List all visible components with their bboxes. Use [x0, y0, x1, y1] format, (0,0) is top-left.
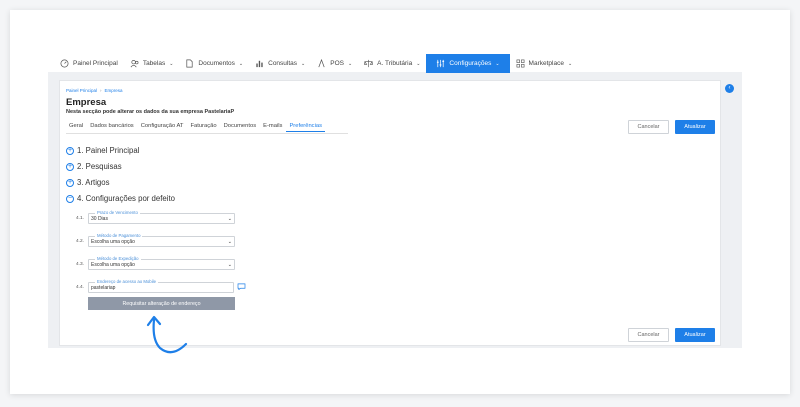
section-artigos[interactable]: + 3. Artigos [66, 178, 110, 187]
breadcrumb-home-link[interactable]: Painel Principal [66, 88, 97, 93]
chevron-down-icon: ⌄ [567, 60, 573, 67]
tabs-bar: Geral Dados bancários Configuração AT Fa… [66, 123, 326, 132]
field-legend: Método de Pagamento [95, 233, 143, 238]
tab-geral[interactable]: Geral [66, 123, 86, 132]
tab-dados-bancarios[interactable]: Dados bancários [87, 123, 137, 132]
chevron-down-icon: ⌄ [227, 262, 232, 268]
chevron-down-icon: ⌄ [238, 60, 244, 67]
nav-item-label: Tabelas [142, 60, 166, 67]
tab-faturacao[interactable]: Faturação [187, 123, 219, 132]
chevron-down-icon: ⌄ [347, 60, 353, 67]
field-value: Escolha uma opção [91, 239, 135, 245]
field-number: 4.4. [76, 285, 85, 290]
chevron-down-icon: ⌄ [416, 60, 421, 67]
pos-icon [318, 59, 325, 68]
tab-preferencias[interactable]: Preferências [286, 123, 325, 132]
scale-icon [364, 59, 374, 68]
nav-item-label: A. Tributária [377, 60, 413, 67]
chevron-down-icon: ⌄ [227, 239, 232, 245]
section-label: 3. Artigos [77, 178, 110, 187]
nav-item-painel-principal[interactable]: Painel Principal [54, 54, 124, 73]
chat-bubble-icon[interactable] [237, 283, 246, 290]
sliders-icon [437, 59, 445, 68]
metodo-pagamento-select[interactable]: Método de Pagamento Escolha uma opção ⌄ [88, 233, 235, 247]
curved-arrow-annotation [146, 315, 188, 354]
cancel-button-top[interactable]: Cancelar [628, 120, 669, 134]
bar-chart-icon [256, 60, 263, 68]
chevron-down-icon: ⌄ [301, 60, 306, 67]
tabs-divider [66, 133, 348, 134]
nav-item-label: Configurações [449, 60, 492, 67]
tab-configuracao-at[interactable]: Configuração AT [138, 123, 187, 132]
collapse-panel-button[interactable]: ‹ [725, 84, 734, 93]
expand-icon: + [66, 178, 74, 187]
request-address-change-button[interactable]: Requisitar alteração de endereço [88, 297, 235, 310]
nav-item-configuracoes[interactable]: Configurações ⌄ [426, 54, 510, 73]
section-pesquisas[interactable]: + 2. Pesquisas [66, 162, 122, 171]
breadcrumb-current[interactable]: Empresa [105, 88, 123, 93]
field-value: 30 Dias [91, 216, 108, 222]
grid-icon [516, 59, 524, 68]
breadcrumb-separator: › [100, 88, 102, 93]
expand-icon: + [66, 162, 74, 171]
field-value: pastelariap [91, 285, 116, 291]
nav-item-label: Consultas [268, 60, 298, 67]
field-legend: Endereço de acesso ao Mobile [95, 279, 159, 284]
nav-item-label: POS [330, 60, 344, 67]
section-painel-principal[interactable]: + 1. Painel Principal [66, 146, 139, 155]
nav-item-consultas[interactable]: Consultas ⌄ [249, 54, 311, 73]
nav-item-tabelas[interactable]: Tabelas ⌄ [124, 54, 180, 73]
users-icon [130, 59, 139, 68]
nav-item-label: Documentos [198, 60, 235, 67]
prazo-vencimento-select[interactable]: Prazo de Vencimento 30 Dias ⌄ [88, 210, 235, 224]
section-label: 1. Painel Principal [77, 146, 140, 155]
section-label: 2. Pesquisas [77, 162, 122, 171]
metodo-expedicao-select[interactable]: Método de Expedição Escolha uma opção ⌄ [88, 256, 235, 270]
section-configuracoes-por-defeito[interactable]: − 4. Configurações por defeito [66, 194, 175, 203]
nav-item-label: Marketplace [528, 60, 564, 67]
update-button-top[interactable]: Atualizar [675, 120, 715, 134]
chevron-down-icon: ⌄ [227, 216, 232, 222]
nav-item-marketplace[interactable]: Marketplace ⌄ [510, 54, 579, 73]
field-value: Escolha uma opção [91, 262, 135, 268]
nav-item-a-tributaria[interactable]: A. Tributária ⌄ [358, 54, 426, 73]
chevron-down-icon: ⌄ [495, 60, 500, 67]
update-button-bottom[interactable]: Atualizar [675, 328, 715, 342]
page-title: Empresa [66, 97, 107, 108]
field-number: 4.2. [76, 239, 85, 244]
field-legend: Prazo de Vencimento [95, 210, 140, 215]
field-number: 4.3. [76, 262, 85, 267]
field-legend: Método de Expedição [95, 256, 141, 261]
top-navigation: Painel Principal Tabelas ⌄ Documentos ⌄ … [54, 54, 736, 73]
page-subtitle: Nesta secção pode alterar os dados da su… [66, 109, 235, 115]
tab-emails[interactable]: E-mails [260, 123, 285, 132]
chevron-down-icon: ⌄ [169, 60, 174, 67]
tab-documentos[interactable]: Documentos [221, 123, 260, 132]
cancel-button-bottom[interactable]: Cancelar [628, 328, 669, 342]
collapse-icon: − [66, 194, 74, 203]
expand-icon: + [66, 146, 74, 155]
nav-item-label: Painel Principal [73, 60, 118, 67]
field-number: 4.1. [76, 216, 85, 221]
breadcrumb: Painel Principal › Empresa [66, 88, 123, 93]
document-icon [186, 59, 193, 68]
nav-item-documentos[interactable]: Documentos ⌄ [179, 54, 249, 73]
section-label: 4. Configurações por defeito [77, 194, 175, 203]
mobile-address-input[interactable]: Endereço de acesso ao Mobile pastelariap [88, 279, 234, 293]
nav-item-pos[interactable]: POS ⌄ [311, 54, 358, 73]
gauge-icon [60, 59, 69, 68]
chevron-left-icon: ‹ [728, 85, 731, 91]
